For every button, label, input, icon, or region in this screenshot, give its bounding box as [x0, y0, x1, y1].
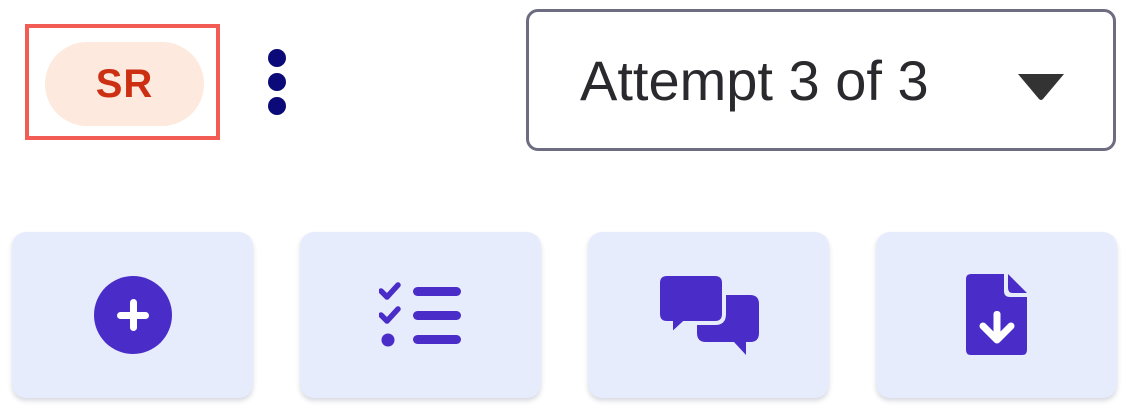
checklist-button[interactable]	[300, 232, 541, 398]
avatar[interactable]: SR	[45, 42, 204, 126]
attempt-selector-value: Attempt 3 of 3	[580, 48, 929, 112]
download-file-button[interactable]	[876, 232, 1117, 398]
add-circle-icon	[93, 275, 173, 355]
comments-button[interactable]	[588, 232, 829, 398]
more-options-button[interactable]	[254, 44, 300, 120]
file-download-icon	[965, 274, 1028, 356]
avatar-initials: SR	[95, 61, 154, 106]
vertical-ellipsis-icon	[268, 49, 286, 115]
attempt-selector[interactable]: Attempt 3 of 3	[526, 9, 1116, 151]
comments-icon	[657, 273, 760, 357]
add-button[interactable]	[12, 232, 253, 398]
caret-down-icon	[1018, 74, 1064, 100]
checklist-icon	[378, 282, 463, 348]
